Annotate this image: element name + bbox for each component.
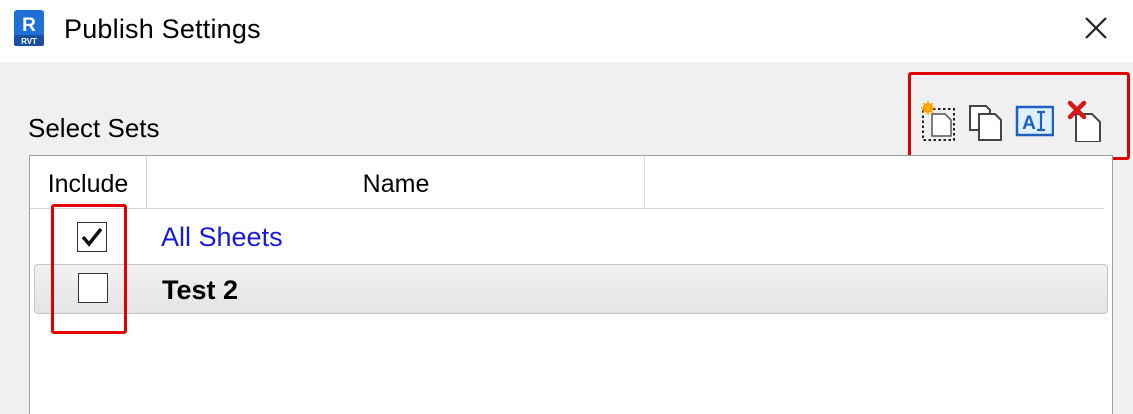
include-column-header[interactable]: Include <box>30 156 147 208</box>
set-name: All Sheets <box>161 222 283 252</box>
duplicate-set-icon <box>969 105 1002 141</box>
set-name: Test 2 <box>162 275 239 305</box>
svg-text:RVT: RVT <box>21 37 37 46</box>
new-set-button[interactable] <box>918 100 958 142</box>
new-set-icon <box>921 101 955 141</box>
table-row[interactable]: Test 2 <box>34 264 1108 314</box>
sets-list: Include Name All Sheets Test 2 <box>29 155 1113 414</box>
window-title: Publish Settings <box>64 14 261 44</box>
close-button[interactable] <box>1080 12 1112 44</box>
delete-set-icon <box>1067 100 1101 143</box>
table-row[interactable]: All Sheets <box>34 213 1106 261</box>
title-bar: R RVT Publish Settings <box>0 0 1133 62</box>
include-checkbox[interactable] <box>78 273 108 303</box>
duplicate-set-button[interactable] <box>966 100 1006 142</box>
name-column-header[interactable]: Name <box>148 156 645 208</box>
rename-set-icon: A <box>1015 105 1055 137</box>
close-icon <box>1085 17 1107 39</box>
select-sets-label: Select Sets <box>28 113 160 143</box>
revit-app-icon: R RVT <box>13 10 45 46</box>
svg-text:A: A <box>1022 113 1036 134</box>
delete-set-button[interactable] <box>1066 100 1106 143</box>
checkmark-icon <box>81 227 103 247</box>
set-toolbar: A <box>914 96 1120 146</box>
rename-set-button[interactable]: A <box>1014 100 1055 142</box>
svg-text:R: R <box>22 15 36 36</box>
list-header: Include Name <box>30 156 1104 209</box>
include-checkbox[interactable] <box>77 222 107 252</box>
